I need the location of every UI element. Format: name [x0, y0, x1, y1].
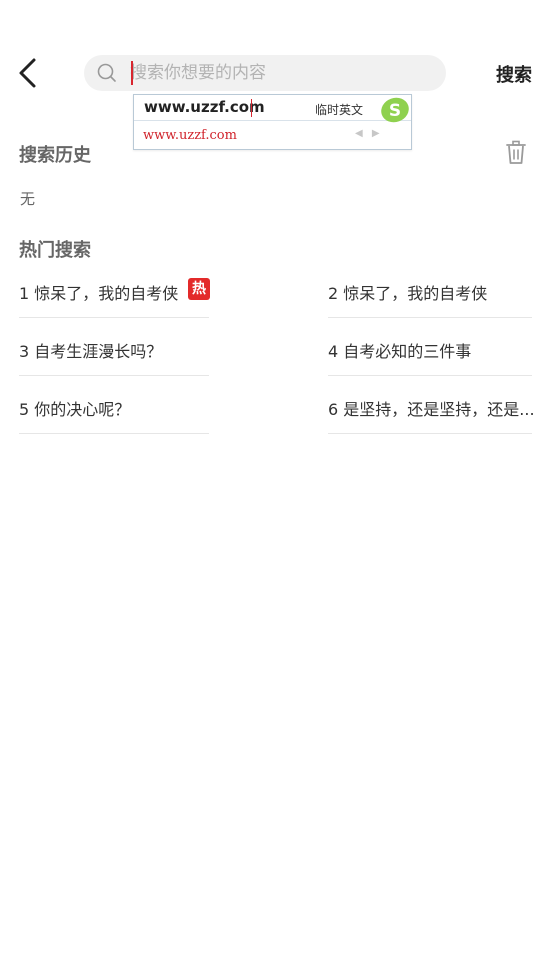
ime-candidate-item[interactable]: www.uzzf.com	[143, 128, 237, 143]
ime-cursor	[251, 99, 252, 117]
sogou-logo-icon: S	[381, 97, 409, 123]
ime-page-arrows[interactable]: ◀ ▶	[355, 128, 383, 139]
hot-search-label: 2 惊呆了，我的自考侠	[328, 284, 488, 303]
hot-search-label: 4 自考必知的三件事	[328, 342, 472, 361]
hot-search-label: 1 惊呆了，我的自考侠	[19, 284, 179, 303]
text-cursor	[131, 61, 133, 85]
hot-badge: 热	[188, 278, 210, 300]
search-icon	[97, 63, 116, 82]
history-title: 搜索历史	[19, 145, 91, 166]
hot-search-item-6[interactable]: 6 是坚持，还是坚持，还是...	[328, 376, 535, 434]
hot-search-label: 5 你的决心呢？	[19, 400, 131, 419]
hot-search-item-5[interactable]: 5 你的决心呢？	[19, 376, 209, 434]
svg-text:S: S	[389, 101, 401, 121]
ime-candidate-popup: www.uzzf.com 临时英文 S www.uzzf.com ◀ ▶	[133, 94, 412, 150]
history-empty-text: 无	[20, 190, 36, 208]
top-bar: 搜索	[0, 52, 551, 94]
hot-search-item-4[interactable]: 4 自考必知的三件事	[328, 318, 532, 376]
ime-mode-label[interactable]: 临时英文	[315, 101, 363, 118]
hot-search-item-3[interactable]: 3 自考生涯漫长吗？	[19, 318, 209, 376]
hot-search-title: 热门搜索	[19, 240, 91, 261]
back-arrow-icon[interactable]	[14, 54, 44, 92]
search-input[interactable]	[130, 55, 430, 91]
search-box[interactable]	[84, 55, 446, 91]
hot-search-item-2[interactable]: 2 惊呆了，我的自考侠	[328, 260, 532, 318]
hot-search-label: 3 自考生涯漫长吗？	[19, 342, 163, 361]
search-button[interactable]: 搜索	[496, 61, 532, 87]
trash-icon[interactable]	[504, 140, 528, 166]
hot-search-label: 6 是坚持，还是坚持，还是...	[328, 400, 535, 419]
ime-composition-text: www.uzzf.com	[144, 98, 265, 116]
hot-search-item-1[interactable]: 1 惊呆了，我的自考侠	[19, 260, 209, 318]
ime-composition-row: www.uzzf.com 临时英文	[134, 95, 411, 121]
